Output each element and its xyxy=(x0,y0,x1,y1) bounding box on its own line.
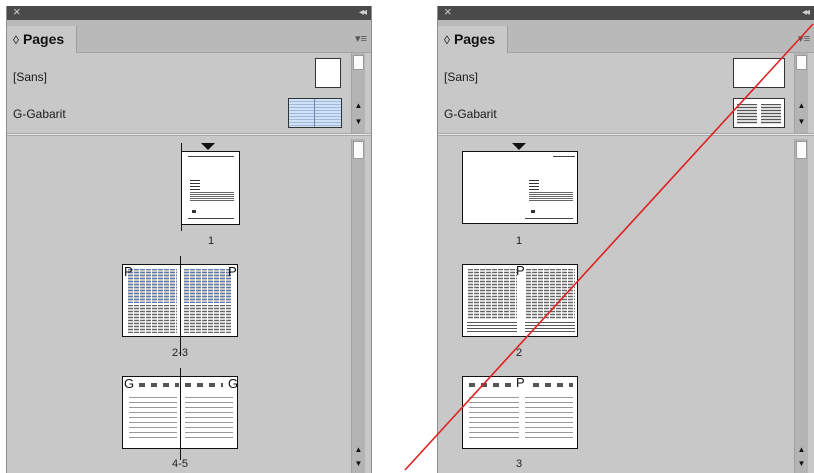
page-thumb-2-3[interactable] xyxy=(122,264,238,337)
tab-pages[interactable]: ◊ Pages xyxy=(7,26,77,53)
pages-panel-right: × ◂◂ ◊ Pages ▾≡ [Sans] G-Gabarit ▲ ▼ 1 P… xyxy=(437,6,814,473)
scroll-down-icon[interactable]: ▼ xyxy=(795,459,808,469)
chevron-updown-icon: ◊ xyxy=(13,33,19,47)
pages-panel-left: × ◂◂ ◊ Pages ▾≡ [Sans] G-Gabarit ▲ ▼ 1 P… xyxy=(6,6,372,473)
tab-pages[interactable]: ◊ Pages xyxy=(438,26,508,53)
master-label: [Sans] xyxy=(444,70,479,84)
tab-label: Pages xyxy=(453,31,496,47)
page-thumb-1[interactable] xyxy=(462,151,578,224)
panel-tab-row: ◊ Pages ▾≡ xyxy=(438,20,814,53)
master-thumb-gabarit[interactable] xyxy=(733,98,785,128)
pages-scrollbar[interactable]: ▲ ▼ xyxy=(794,139,808,473)
panel-menu-icon[interactable]: ▾≡ xyxy=(798,32,810,45)
page-label: 1 xyxy=(515,235,523,247)
master-item-gabarit[interactable]: G-Gabarit xyxy=(438,100,718,128)
page-label: 1 xyxy=(207,235,215,247)
master-thumb-gabarit[interactable] xyxy=(288,98,342,128)
pages-scrollbar[interactable]: ▲ ▼ xyxy=(351,139,365,473)
divider[interactable] xyxy=(438,133,814,136)
panel-menu-icon[interactable]: ▾≡ xyxy=(355,32,367,45)
divider[interactable] xyxy=(7,133,371,136)
tab-label: Pages xyxy=(22,31,65,47)
panel-titlebar: × ◂◂ xyxy=(438,6,814,20)
scroll-down-icon[interactable]: ▼ xyxy=(795,117,808,127)
page-label: 2-3 xyxy=(172,347,188,359)
page-thumb-1[interactable] xyxy=(181,151,240,225)
page-prefix: P xyxy=(516,263,525,278)
collapse-icon[interactable]: ◂◂ xyxy=(359,6,367,20)
master-thumb-none[interactable] xyxy=(315,58,341,88)
panel-titlebar: × ◂◂ xyxy=(7,6,371,20)
page-prefix-right: P xyxy=(228,264,237,279)
page-prefix: P xyxy=(516,375,525,390)
collapse-icon[interactable]: ◂◂ xyxy=(802,6,810,20)
scroll-up-icon[interactable]: ▲ xyxy=(352,101,365,111)
master-label: G-Gabarit xyxy=(13,107,66,121)
page-prefix-left: P xyxy=(124,264,133,279)
scroll-up-icon[interactable]: ▲ xyxy=(795,101,808,111)
current-page-marker-icon xyxy=(512,143,526,150)
page-label: 3 xyxy=(515,458,523,470)
page-prefix-left: G xyxy=(124,376,135,391)
page-label: 4-5 xyxy=(172,458,188,470)
panel-tab-row: ◊ Pages ▾≡ xyxy=(7,20,371,53)
close-icon[interactable]: × xyxy=(13,6,21,20)
page-label: 2 xyxy=(515,347,523,359)
master-label: G-Gabarit xyxy=(444,107,497,121)
master-thumb-none[interactable] xyxy=(733,58,785,88)
scroll-down-icon[interactable]: ▼ xyxy=(352,459,365,469)
current-page-marker-icon xyxy=(201,143,215,150)
page-thumb-4-5[interactable] xyxy=(122,376,238,449)
close-icon[interactable]: × xyxy=(444,6,452,20)
master-scrollbar[interactable]: ▲ ▼ xyxy=(794,53,808,134)
master-item-none[interactable]: [Sans] xyxy=(438,63,718,91)
scroll-up-icon[interactable]: ▲ xyxy=(795,445,808,455)
scroll-up-icon[interactable]: ▲ xyxy=(352,445,365,455)
chevron-updown-icon: ◊ xyxy=(444,33,450,47)
page-prefix-right: G xyxy=(228,376,239,391)
scroll-down-icon[interactable]: ▼ xyxy=(352,117,365,127)
master-item-none[interactable]: [Sans] xyxy=(7,63,347,91)
master-item-gabarit[interactable]: G-Gabarit xyxy=(7,100,267,128)
master-label: [Sans] xyxy=(13,70,48,84)
master-scrollbar[interactable]: ▲ ▼ xyxy=(351,53,365,134)
